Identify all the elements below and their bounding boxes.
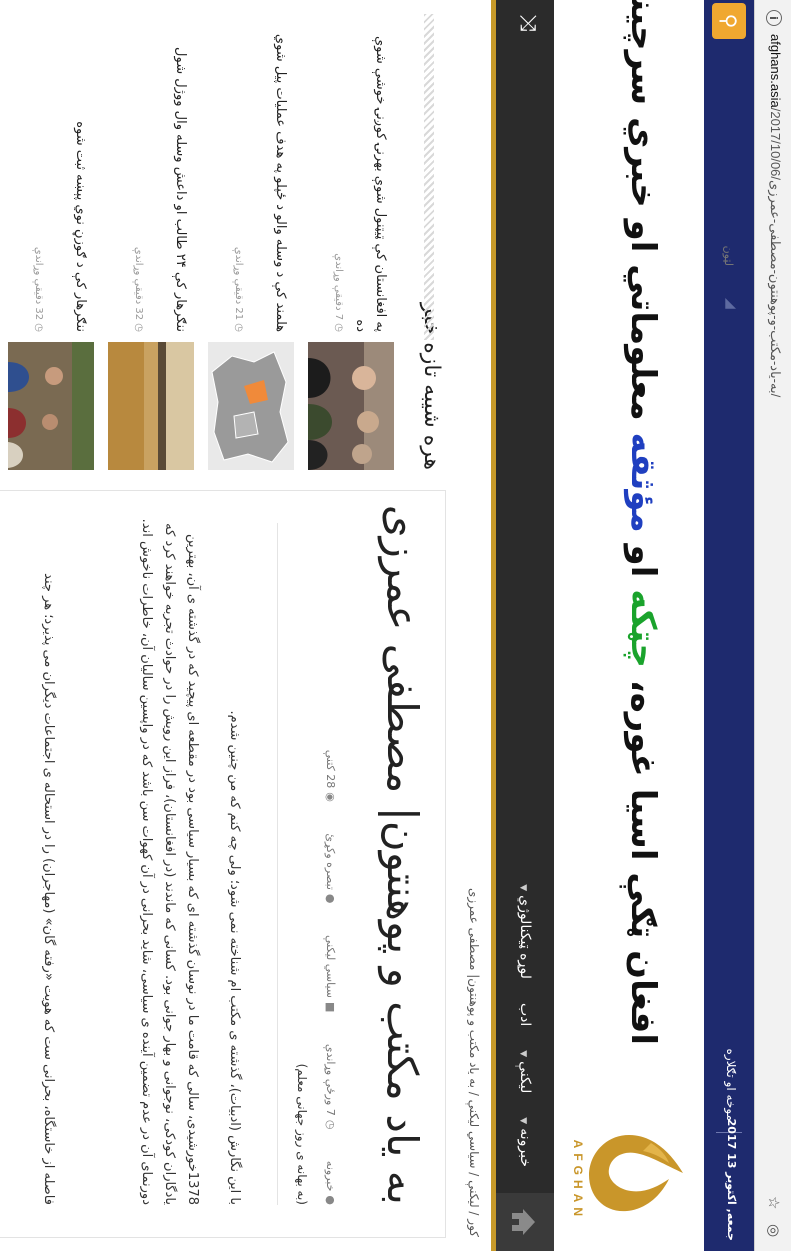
browser-address-bar: i afghans.asia/2017/10/06/به-یاد-مکتب-و-… [754, 0, 791, 1251]
folder-icon: ■ [324, 1002, 337, 1013]
nav-item-label: لوړه ټيکنالوژي [517, 895, 533, 979]
news-time: ◷ 32 دقيقې وړاندې [33, 247, 44, 332]
shuffle-icon[interactable]: ⤨ [515, 14, 540, 32]
search-input[interactable] [712, 44, 746, 274]
news-title[interactable]: هلمند کې د وسله والو د ځپلو په هدف عملیا… [270, 22, 290, 332]
nav-menu: خبرونه ▼ ليکنې ▼ ادب لوړه ټيکنالوژي ▼ [496, 872, 554, 1179]
sidebar-heading: هره شيبه تازه خبر [406, 14, 446, 470]
news-time-text: 21 دقيقې وړاندې [233, 246, 244, 321]
star-icon[interactable]: ☆ [765, 1196, 783, 1209]
article-paragraph: 1378خورشیدی، سالی که قامت ما در نوسان گذ… [139, 518, 200, 1205]
rotated-page: i afghans.asia/2017/10/06/به-یاد-مکتب-و-… [0, 0, 791, 1251]
article-meta: ● خبرونه ◷ 7 ورځې وړاندې ■ سیاسي ليکنې ● تبص… [324, 722, 337, 1205]
search-button[interactable]: ⚲ [712, 3, 746, 39]
search-icon: ⚲ [717, 13, 741, 29]
nav-item-news[interactable]: خبرونه ▼ [517, 1105, 533, 1179]
article-paragraph: فاصله از خاستگاه، بحرانی ست که هویت «رفت… [41, 573, 56, 1205]
news-item[interactable]: ننګرهار کې ۲۴ طالب او داعش وسله وال ووژل… [98, 14, 194, 470]
info-icon[interactable]: i [766, 10, 782, 26]
url-host: afghans.asia [768, 34, 783, 108]
article-title: به یاد مکتب و پوهنتون| مصطفی عمرزی [378, 504, 427, 1205]
news-time: ◷ 32 دقيقې وړاندې [133, 247, 144, 332]
clock-icon: ◷ [324, 1119, 337, 1130]
news-time-text: 32 دقيقې وړاندې [33, 246, 44, 321]
eye-icon: ◉ [324, 792, 337, 802]
nav-item-literature[interactable]: ادب [517, 991, 533, 1038]
meta-comments[interactable]: ● تبصره وکړئ [324, 819, 337, 903]
article-paragraph: با این نگارش (ادبیات)، گذشته ی مکتب ام ش… [227, 710, 242, 1205]
nav-item-label: ليکنې [517, 1061, 533, 1094]
news-thumbnail-map[interactable] [208, 342, 294, 470]
news-time-text: 32 دقيقې وړاندې [133, 246, 144, 321]
news-title[interactable]: ننګرهار کې ۲۴ طالب او داعش وسله وال ووژل… [170, 22, 190, 332]
url-path: /2017/10/06/به-یاد-مکتب-و-پوهنتون-مصطفی-… [768, 107, 783, 398]
article-card: به یاد مکتب و پوهنتون| مصطفی عمرزی ● خبرو… [0, 490, 446, 1238]
home-icon [512, 1209, 535, 1235]
tagline-part2: معلوماتي او خبري سرچينه [623, 0, 663, 433]
meta-time-text: 7 ورځې وړاندې [324, 1043, 337, 1116]
news-title[interactable]: ننګرهار کې د ګوزڼ نوي پېښه ثبت شوه [70, 22, 90, 332]
meta-category[interactable]: ■ سیاسي ليکنې [324, 921, 337, 1012]
nav-item-technology[interactable]: لوړه ټيکنالوژي ▼ [517, 872, 533, 991]
news-thumbnail-desert[interactable] [108, 342, 194, 470]
chevron-down-icon: ▼ [518, 1117, 528, 1125]
meta-author[interactable]: ● خبرونه [324, 1147, 337, 1205]
meta-author-text: خبرونه [324, 1160, 337, 1192]
top-bar: ⚲ ◢ موخه او تګلاره جمعه, اکتوبر 13 2017 [704, 0, 754, 1251]
news-time: ◷ 21 دقيقې وړاندې [233, 247, 244, 332]
clock-icon: ◷ [133, 320, 144, 332]
tagline-blue-word: مؤثقه [623, 432, 663, 533]
news-item[interactable]: ننګرهار کې د ګوزڼ نوي پېښه ثبت شوه ◷ 32 … [0, 14, 94, 470]
meta-views-text: 28 کتنې [324, 749, 337, 789]
clock-icon: ◷ [333, 320, 344, 332]
meta-comments-text: تبصره وکړئ [324, 833, 337, 890]
news-time-text: 7 دقيقې وړاندې [333, 253, 344, 321]
site-logo[interactable] [581, 1113, 691, 1233]
chevron-down-icon: ▼ [518, 1050, 528, 1058]
site-tagline: افغان ټګې اسيا غوره، چټکه او مؤثقه معلوم… [623, 0, 663, 1045]
tagline-green-word: چټکه [623, 589, 663, 668]
clock-icon: ◷ [233, 320, 244, 332]
news-thumbnail-people[interactable] [308, 342, 394, 470]
current-date: جمعه, اکتوبر 13 2017 [725, 1118, 738, 1241]
rss-icon[interactable]: ◢ [723, 298, 739, 309]
masthead: افغان ټګې اسيا غوره، چټکه او مؤثقه معلوم… [555, 0, 703, 1251]
article-subtitle: (به بهانه ی روز جهانی معلم) [295, 1063, 309, 1205]
news-time: ◷ 7 دقيقې وړاندې [333, 253, 344, 332]
latest-news-sidebar: هره شيبه تازه خبر په افغانستان کې ټیټنول… [0, 14, 446, 472]
nav-item-label: خبرونه [517, 1128, 533, 1167]
meta-category-text: سیاسي ليکنې [324, 935, 337, 999]
news-title[interactable]: په افغانستان کې ټیټنول شوې بهرنۍ کوږنۍ خ… [350, 22, 390, 332]
news-item[interactable]: په افغانستان کې ټیټنول شوې بهرنۍ کوږنۍ خ… [298, 14, 394, 470]
user-icon: ● [324, 1195, 337, 1205]
url-text[interactable]: afghans.asia/2017/10/06/به-یاد-مکتب-و-پو… [767, 34, 783, 397]
heading-pattern [424, 14, 434, 340]
comment-icon: ● [324, 893, 337, 904]
main-nav: ⤨ خبرونه ▼ ليکنې ▼ ادب لوړه ټيکنالوژي ▼ [491, 0, 554, 1251]
nav-item-articles[interactable]: ليکنې ▼ [517, 1038, 533, 1105]
news-item[interactable]: هلمند کې د وسله والو د ځپلو په هدف عملیا… [198, 14, 294, 470]
meta-time: ◷ 7 ورځې وړاندې [324, 1030, 337, 1130]
tagline-mid: او [623, 532, 663, 590]
clock-icon: ◷ [33, 320, 44, 332]
chevron-down-icon: ▼ [518, 884, 528, 892]
top-link-mission[interactable]: موخه او تګلاره [724, 1049, 738, 1121]
tagline-part1: افغان ټګې اسيا غوره، [623, 667, 663, 1045]
nav-item-label: ادب [517, 1002, 533, 1027]
news-thumbnail-field[interactable] [8, 342, 94, 470]
meta-views: ◉ 28 کتنې [324, 736, 337, 802]
home-button[interactable] [496, 1193, 554, 1251]
breadcrumb[interactable]: کور / ليکنې / سیاسي ليکنې / به یاد مکتب … [467, 888, 481, 1237]
divider [277, 523, 278, 1205]
extension-icon[interactable]: ◎ [765, 1224, 783, 1237]
logo-wordmark: AFGHAN [571, 1139, 585, 1221]
